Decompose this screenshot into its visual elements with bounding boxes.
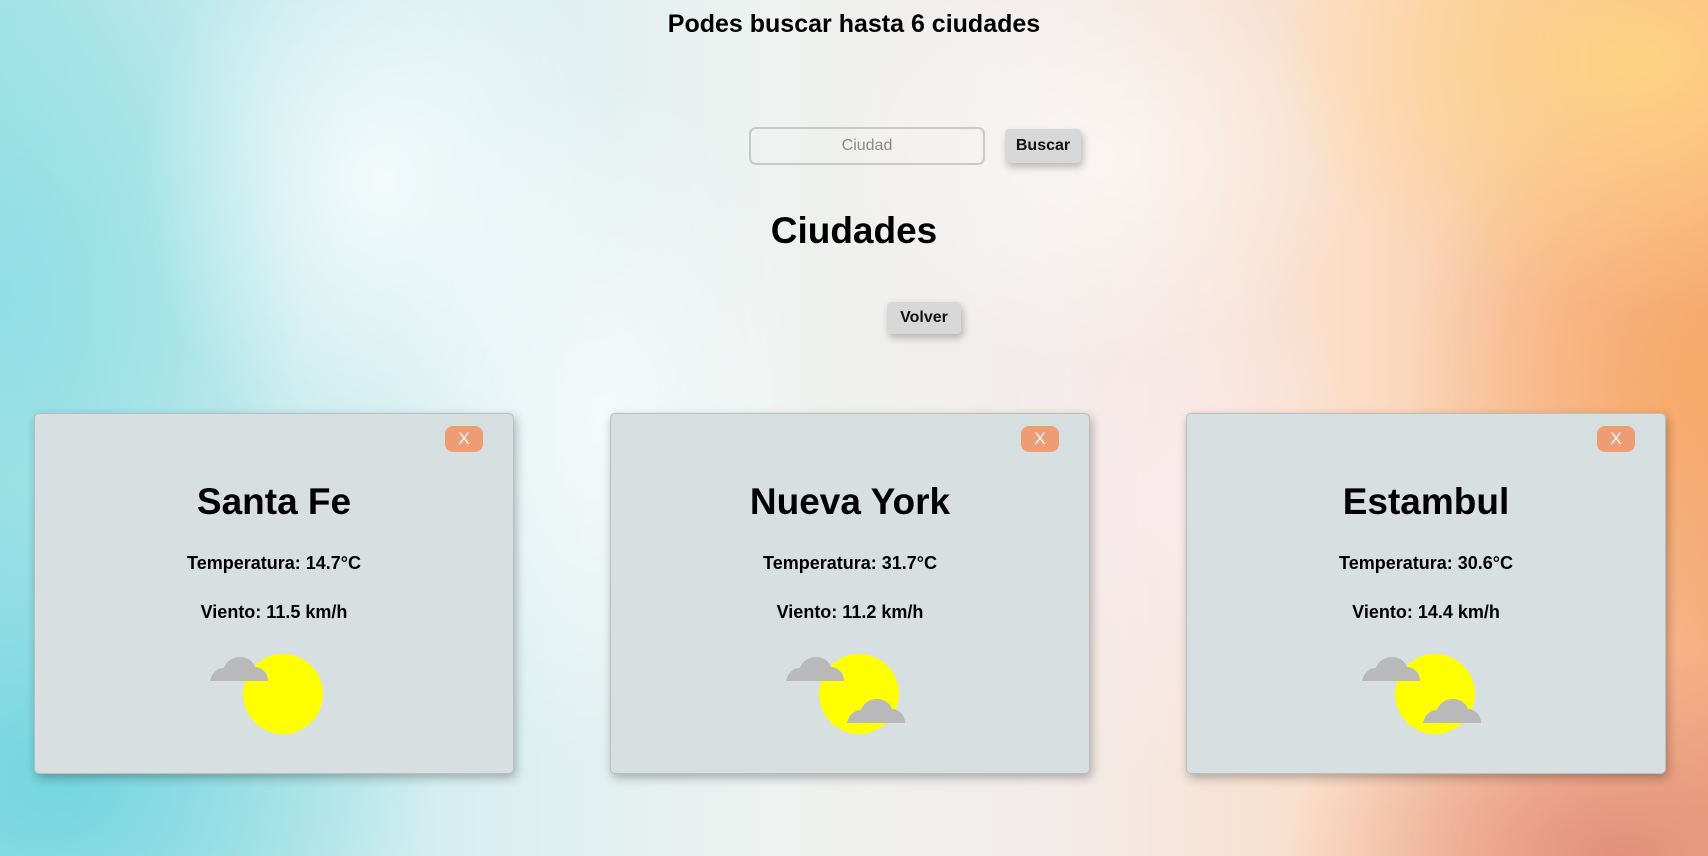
wind-text: Viento: 11.2 km/h: [776, 602, 924, 622]
partly-cloudy-icon: [786, 654, 905, 734]
temperature-text: Temperatura: 31.7°C: [763, 553, 937, 573]
city-card: X Santa Fe Temperatura: 14.7°C Viento: 1…: [34, 413, 514, 774]
city-card: X Estambul Temperatura: 30.6°C Viento: 1…: [1186, 413, 1666, 774]
partly-cloudy-icon: [1362, 654, 1481, 734]
back-button[interactable]: Volver: [887, 302, 961, 334]
search-bar: Buscar: [749, 127, 1081, 165]
wind-text: Viento: 11.5 km/h: [200, 602, 348, 622]
city-name: Estambul: [1342, 481, 1510, 522]
city-search-input[interactable]: [749, 127, 985, 165]
wind-text: Viento: 14.4 km/h: [1352, 602, 1500, 622]
close-card-button[interactable]: X: [1021, 426, 1059, 452]
city-card: X Nueva York Temperatura: 31.7°C Viento:…: [610, 413, 1090, 774]
partly-cloudy-icon: [210, 654, 323, 734]
cities-heading: Ciudades: [770, 210, 938, 251]
temperature-text: Temperatura: 30.6°C: [1339, 553, 1513, 573]
city-name: Santa Fe: [196, 481, 352, 522]
close-card-button[interactable]: X: [1597, 426, 1635, 452]
search-button[interactable]: Buscar: [1005, 129, 1081, 163]
temperature-text: Temperatura: 14.7°C: [187, 553, 361, 573]
page-title: Podes buscar hasta 6 ciudades: [667, 10, 1041, 38]
close-card-button[interactable]: X: [445, 426, 483, 452]
city-name: Nueva York: [749, 481, 951, 522]
